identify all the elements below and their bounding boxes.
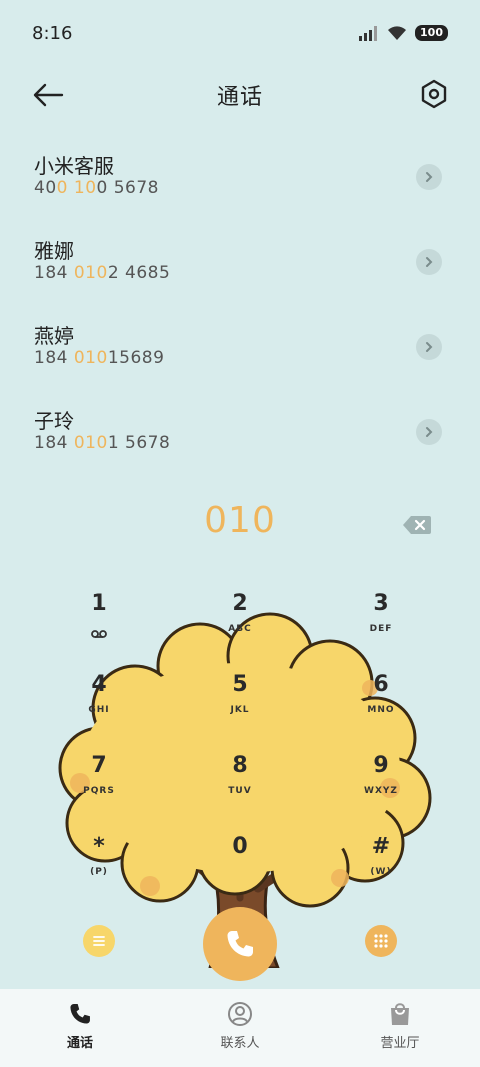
key-0[interactable]: 0 [170, 827, 310, 899]
contact-name: 燕婷 [34, 324, 74, 348]
number-part: 1 5678 [107, 433, 171, 453]
number-part: 184 [34, 348, 74, 368]
key-digit: 1 [91, 591, 107, 616]
key-4[interactable]: 4 GHI [29, 665, 169, 737]
key-digit: 3 [373, 591, 389, 616]
key-letters: MNO [367, 705, 395, 715]
key-1[interactable]: 1 [29, 584, 169, 656]
key-letters: PQRS [83, 786, 115, 796]
back-arrow-icon[interactable] [30, 80, 66, 110]
menu-icon [93, 936, 105, 946]
chevron-right-icon [426, 342, 433, 352]
key-3[interactable]: 3 DEF [311, 584, 451, 656]
number-match: 010 [73, 433, 108, 453]
number-match: 010 [73, 348, 108, 368]
header: 通话 [0, 70, 480, 120]
key-digit: 0 [232, 834, 248, 859]
contact-name: 子玲 [34, 409, 74, 433]
key-letters: GHI [88, 705, 110, 715]
contact-detail-button[interactable] [416, 164, 442, 190]
menu-button[interactable] [83, 925, 115, 957]
key-digit: 9 [373, 753, 389, 778]
key-letters: (W) [370, 867, 392, 877]
number-match: 0 [56, 178, 68, 198]
contact-person-icon [228, 1002, 252, 1026]
status-bar: 8:16 100 [0, 0, 480, 66]
key-hash[interactable]: # (W) [311, 827, 451, 899]
number-part: 184 [34, 263, 74, 283]
signal-icon [359, 26, 378, 41]
contact-name: 小米客服 [34, 154, 114, 178]
voicemail-icon [91, 630, 107, 638]
shopping-bag-icon [391, 1003, 409, 1025]
key-9[interactable]: 9 WXYZ [311, 746, 451, 818]
key-letters: TUV [228, 786, 252, 796]
bottom-navigation: 通话 联系人 营业厅 [0, 989, 480, 1067]
number-part: 15689 [107, 348, 165, 368]
number-part: 184 [34, 433, 74, 453]
contact-number: 184 01015689 [34, 348, 480, 368]
key-letters: ABC [228, 624, 252, 634]
key-star[interactable]: * (P) [29, 827, 169, 899]
key-digit: # [371, 834, 391, 859]
chevron-right-icon [426, 257, 433, 267]
number-match: 010 [73, 263, 108, 283]
key-digit: 2 [232, 591, 248, 616]
page-title: 通话 [216, 85, 263, 110]
contact-item[interactable]: 小米客服 400 100 5678 [0, 140, 480, 225]
number-part: 40 [34, 178, 57, 198]
key-8[interactable]: 8 TUV [170, 746, 310, 818]
dialpad-icon [374, 934, 388, 948]
nav-label: 联系人 [220, 1036, 260, 1051]
contact-name: 雅娜 [34, 239, 74, 263]
contact-detail-button[interactable] [416, 419, 442, 445]
key-digit: 5 [232, 672, 248, 697]
key-digit: 8 [232, 753, 248, 778]
key-digit: 4 [91, 672, 107, 697]
nav-label: 营业厅 [380, 1036, 420, 1051]
key-5[interactable]: 5 JKL [170, 665, 310, 737]
backspace-icon[interactable] [402, 514, 432, 536]
status-time: 8:16 [32, 22, 73, 44]
contact-item[interactable]: 雅娜 184 0102 4685 [0, 225, 480, 310]
number-part: 2 4685 [107, 263, 171, 283]
chevron-right-icon [426, 172, 433, 182]
dialpad-toggle-button[interactable] [365, 925, 397, 957]
nav-label: 通话 [66, 1036, 93, 1051]
battery-icon: 100 [415, 25, 448, 41]
contact-detail-button[interactable] [416, 249, 442, 275]
contact-number: 400 100 5678 [34, 178, 480, 198]
wifi-icon [388, 26, 407, 40]
settings-icon[interactable] [418, 78, 450, 110]
contact-item[interactable]: 燕婷 184 01015689 [0, 310, 480, 395]
call-action-row [0, 905, 480, 985]
status-icons: 100 [359, 25, 448, 41]
number-part: 0 5678 [96, 178, 159, 198]
key-digit: * [93, 834, 105, 859]
contact-detail-button[interactable] [416, 334, 442, 360]
key-2[interactable]: 2 ABC [170, 584, 310, 656]
key-letters: DEF [369, 624, 393, 634]
key-letters: JKL [230, 705, 250, 715]
phone-icon [70, 1004, 90, 1024]
chevron-right-icon [426, 427, 433, 437]
key-digit: 7 [91, 753, 107, 778]
call-button[interactable] [203, 907, 277, 981]
contact-number: 184 0102 4685 [34, 263, 480, 283]
contact-list: 小米客服 400 100 5678 雅娜 184 0102 4685 燕婷 18… [0, 140, 480, 480]
phone-icon [227, 931, 253, 957]
key-6[interactable]: 6 MNO [311, 665, 451, 737]
key-letters: WXYZ [364, 786, 398, 796]
key-7[interactable]: 7 PQRS [29, 746, 169, 818]
number-match: 10 [73, 178, 97, 198]
contact-number: 184 0101 5678 [34, 433, 480, 453]
nav-tab-contacts[interactable]: 联系人 [160, 989, 320, 1067]
contact-item[interactable]: 子玲 184 0101 5678 [0, 395, 480, 480]
nav-tab-calls[interactable]: 通话 [0, 989, 160, 1067]
nav-tab-store[interactable]: 营业厅 [320, 989, 480, 1067]
key-digit: 6 [373, 672, 389, 697]
key-letters: (P) [90, 867, 108, 877]
